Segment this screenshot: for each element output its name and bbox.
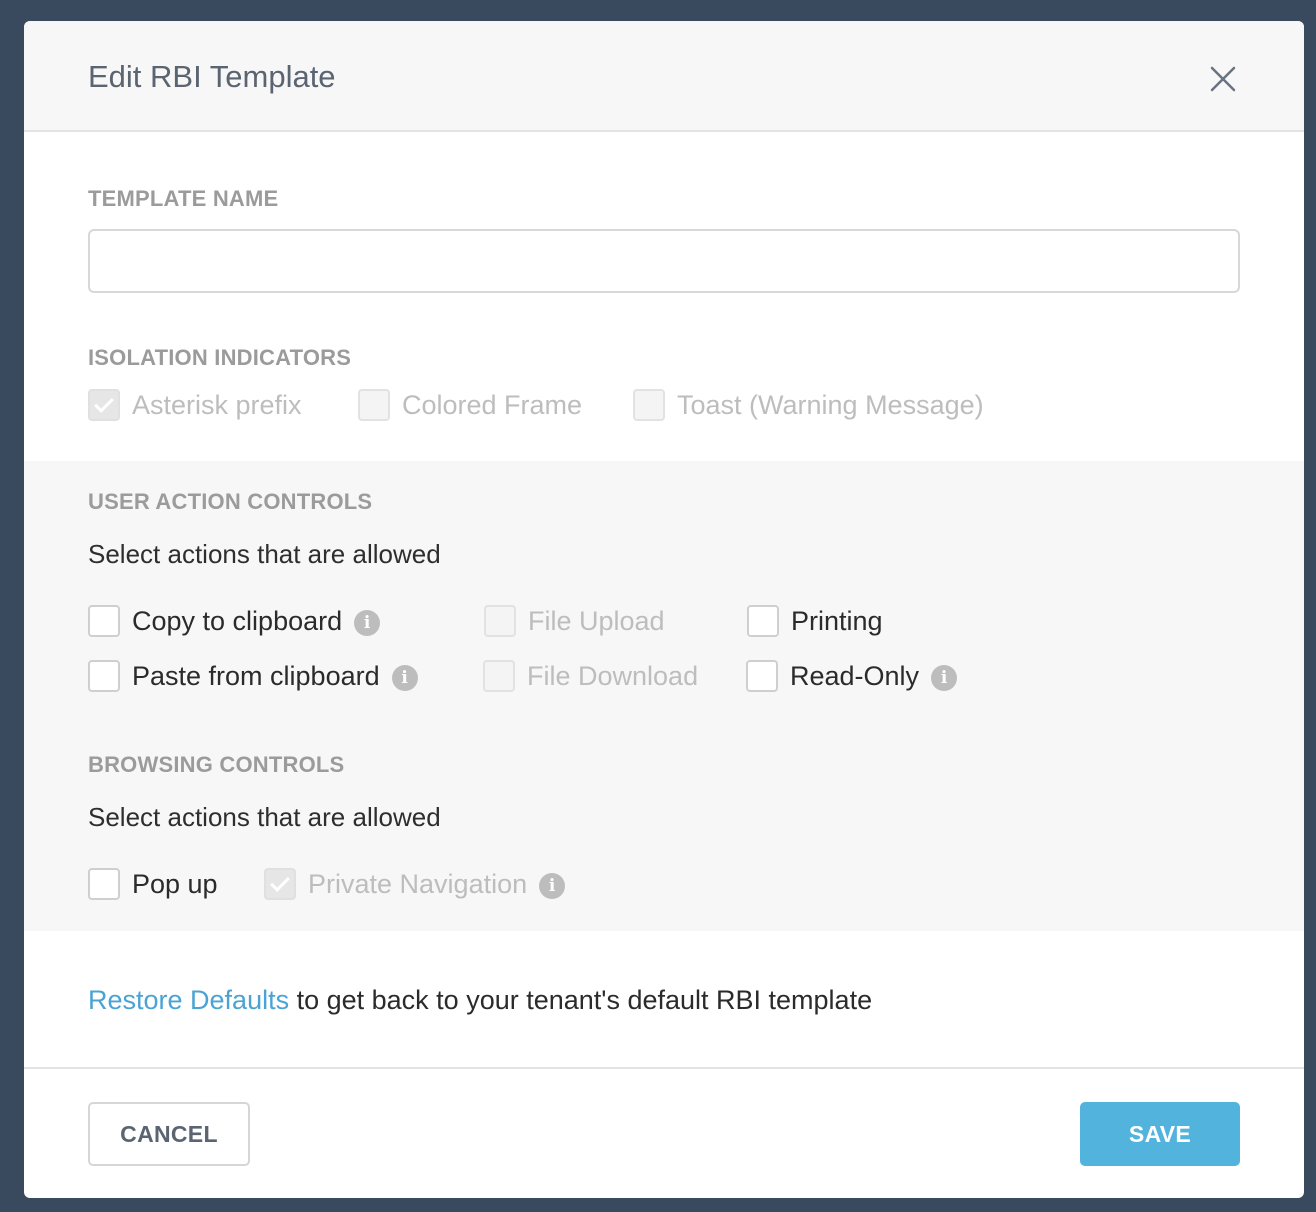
edit-rbi-template-modal: Edit RBI Template TEMPLATE NAME ISOLATIO… — [24, 21, 1304, 1198]
modal-header: Edit RBI Template — [24, 21, 1304, 132]
restore-defaults-suffix: to get back to your tenant's default RBI… — [289, 985, 873, 1015]
file-download-checkbox[interactable] — [483, 660, 515, 692]
asterisk-prefix-checkbox[interactable] — [88, 389, 120, 421]
option-private-navigation[interactable]: Private Navigation i — [264, 867, 566, 901]
file-upload-label: File Upload — [528, 605, 665, 636]
file-download-label: File Download — [527, 660, 699, 691]
toast-warning-label: Toast (Warning Message) — [677, 389, 984, 420]
option-copy-to-clipboard[interactable]: Copy to clipboard i — [88, 604, 381, 638]
info-icon[interactable]: i — [391, 665, 418, 691]
browsing-controls-subtitle: Select actions that are allowed — [88, 802, 441, 832]
file-upload-checkbox[interactable] — [484, 605, 516, 637]
copy-to-clipboard-checkbox[interactable] — [88, 605, 120, 637]
toast-warning-checkbox[interactable] — [633, 389, 665, 421]
paste-from-clipboard-label: Paste from clipboard — [132, 660, 380, 691]
info-icon[interactable]: i — [931, 665, 958, 691]
paste-from-clipboard-checkbox[interactable] — [88, 660, 120, 692]
option-colored-frame[interactable]: Colored Frame — [358, 388, 582, 422]
option-printing[interactable]: Printing — [747, 604, 883, 638]
pop-up-checkbox[interactable] — [88, 868, 120, 900]
checkmark-icon — [94, 393, 114, 413]
printing-label: Printing — [791, 605, 883, 636]
option-toast-warning[interactable]: Toast (Warning Message) — [633, 388, 984, 422]
read-only-label: Read-Only — [790, 660, 920, 691]
info-icon[interactable]: i — [354, 610, 381, 636]
restore-defaults-text: Restore Defaults to get back to your ten… — [88, 987, 872, 1014]
asterisk-prefix-label: Asterisk prefix — [132, 389, 302, 420]
close-icon — [1210, 66, 1236, 92]
private-navigation-checkbox[interactable] — [264, 868, 296, 900]
isolation-indicators-label: ISOLATION INDICATORS — [88, 345, 352, 370]
controls-panel — [24, 461, 1304, 931]
colored-frame-checkbox[interactable] — [358, 389, 390, 421]
printing-checkbox[interactable] — [747, 605, 779, 637]
option-paste-from-clipboard[interactable]: Paste from clipboard i — [88, 659, 418, 693]
template-name-input[interactable] — [88, 229, 1240, 293]
browsing-controls-label: BROWSING CONTROLS — [88, 752, 345, 777]
option-read-only[interactable]: Read-Only i — [746, 659, 958, 693]
read-only-checkbox[interactable] — [746, 660, 778, 692]
restore-defaults-link[interactable]: Restore Defaults — [88, 985, 289, 1015]
template-name-label: TEMPLATE NAME — [88, 186, 279, 211]
private-navigation-label: Private Navigation — [308, 868, 528, 899]
footer-divider — [24, 1067, 1304, 1069]
user-action-controls-label: USER ACTION CONTROLS — [88, 489, 373, 514]
cancel-button[interactable]: CANCEL — [88, 1102, 250, 1166]
user-action-controls-subtitle: Select actions that are allowed — [88, 539, 441, 569]
option-asterisk-prefix[interactable]: Asterisk prefix — [88, 388, 302, 422]
modal-title: Edit RBI Template — [88, 59, 336, 94]
option-pop-up[interactable]: Pop up — [88, 867, 218, 901]
pop-up-label: Pop up — [132, 868, 218, 899]
copy-to-clipboard-label: Copy to clipboard — [132, 605, 343, 636]
checkmark-icon — [270, 872, 290, 892]
save-button[interactable]: SAVE — [1080, 1102, 1240, 1166]
option-file-upload[interactable]: File Upload — [484, 604, 665, 638]
colored-frame-label: Colored Frame — [402, 389, 583, 420]
info-icon[interactable]: i — [539, 873, 566, 899]
option-file-download[interactable]: File Download — [483, 659, 698, 693]
close-button[interactable] — [1207, 63, 1239, 95]
